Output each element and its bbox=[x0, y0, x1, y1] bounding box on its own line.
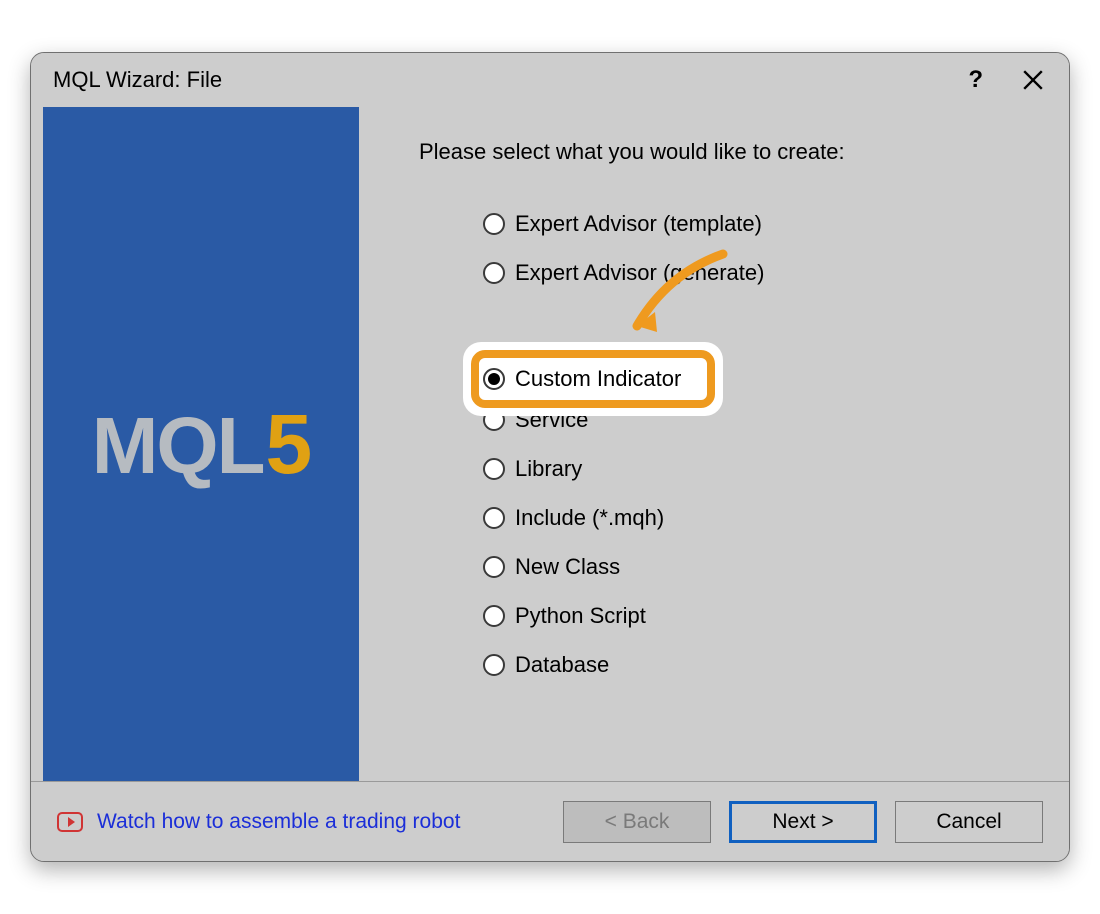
bottombar: Watch how to assemble a trading robot < … bbox=[31, 781, 1069, 861]
wizard-button-row: < Back Next > Cancel bbox=[563, 801, 1043, 843]
option-database[interactable]: Database bbox=[483, 640, 1059, 689]
radio-icon bbox=[483, 556, 505, 578]
titlebar-controls: ? bbox=[968, 53, 1047, 107]
radio-icon bbox=[483, 262, 505, 284]
help-icon[interactable]: ? bbox=[968, 66, 983, 94]
radio-icon bbox=[483, 368, 505, 390]
cancel-button[interactable]: Cancel bbox=[895, 801, 1043, 843]
option-label: New Class bbox=[515, 554, 620, 580]
back-button: < Back bbox=[563, 801, 711, 843]
option-label: Include (*.mqh) bbox=[515, 505, 664, 531]
option-python-script[interactable]: Python Script bbox=[483, 591, 1059, 640]
radio-icon bbox=[483, 605, 505, 627]
close-icon[interactable] bbox=[1019, 66, 1047, 94]
next-button[interactable]: Next > bbox=[729, 801, 877, 843]
option-new-class[interactable]: New Class bbox=[483, 542, 1059, 591]
option-custom-indicator[interactable]: Custom Indicator bbox=[483, 363, 681, 395]
mql-wizard-dialog: MQL Wizard: File ? MQL 5 Please select w… bbox=[30, 52, 1070, 862]
option-label: Library bbox=[515, 456, 582, 482]
option-library[interactable]: Library bbox=[483, 444, 1059, 493]
option-expert-generate[interactable]: Expert Advisor (generate) bbox=[483, 248, 1059, 297]
logo-text-5: 5 bbox=[266, 396, 311, 493]
play-icon bbox=[57, 812, 83, 832]
option-include[interactable]: Include (*.mqh) bbox=[483, 493, 1059, 542]
option-label: Python Script bbox=[515, 603, 646, 629]
dialog-body: MQL 5 Please select what you would like … bbox=[31, 107, 1069, 781]
mql5-logo: MQL 5 bbox=[92, 396, 310, 493]
radio-icon bbox=[483, 458, 505, 480]
window-title: MQL Wizard: File bbox=[53, 67, 222, 93]
logo-text-mql: MQL bbox=[92, 400, 264, 492]
sidebar-panel: MQL 5 bbox=[43, 107, 359, 781]
titlebar: MQL Wizard: File ? bbox=[31, 53, 1069, 107]
option-label: Custom Indicator bbox=[515, 366, 681, 392]
option-label: Service bbox=[515, 407, 588, 433]
radio-icon bbox=[483, 213, 505, 235]
option-expert-template[interactable]: Expert Advisor (template) bbox=[483, 199, 1059, 248]
radio-icon bbox=[483, 409, 505, 431]
radio-icon bbox=[483, 654, 505, 676]
radio-icon bbox=[483, 507, 505, 529]
option-label: Expert Advisor (template) bbox=[515, 211, 762, 237]
prompt-text: Please select what you would like to cre… bbox=[419, 139, 1059, 165]
tutorial-link[interactable]: Watch how to assemble a trading robot bbox=[97, 810, 460, 834]
option-label: Database bbox=[515, 652, 609, 678]
option-list: Expert Advisor (template) Expert Advisor… bbox=[419, 199, 1059, 689]
option-service[interactable]: Service bbox=[483, 395, 1059, 444]
tutorial-link-row: Watch how to assemble a trading robot bbox=[57, 810, 460, 834]
content-panel: Please select what you would like to cre… bbox=[359, 107, 1069, 781]
option-label: Expert Advisor (generate) bbox=[515, 260, 764, 286]
